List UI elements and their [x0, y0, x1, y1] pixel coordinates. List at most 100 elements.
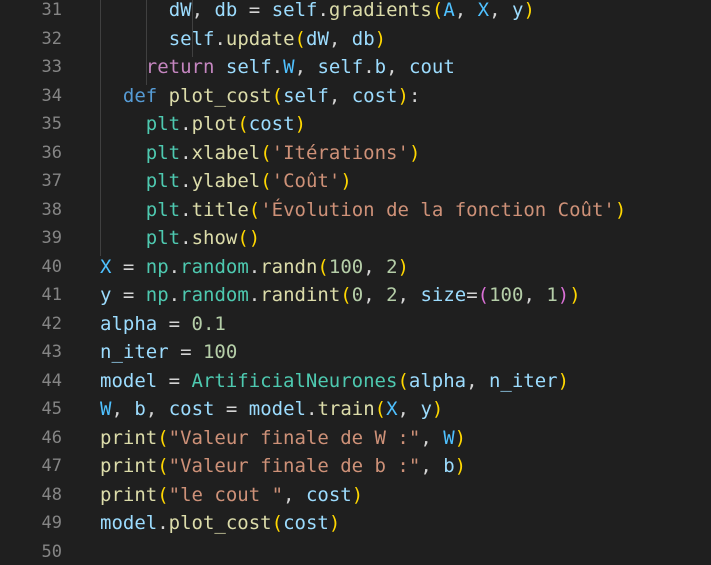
code-token: ,	[397, 284, 421, 306]
line-number: 45	[41, 399, 62, 419]
code-token: 0	[351, 284, 364, 306]
code-token: ,	[386, 56, 410, 78]
line-number: 47	[41, 456, 62, 476]
code-line[interactable]: 42 alpha = 0.1	[0, 310, 711, 339]
code-line[interactable]: 31 dW, db = self.gradients(A, X, y)	[0, 0, 711, 25]
code-token: =	[237, 0, 272, 21]
code-token: cost	[305, 483, 352, 506]
code-line[interactable]: 34 def plot_cost(self, cost):	[0, 82, 711, 111]
code-token: =	[168, 341, 203, 363]
code-token: self	[271, 0, 318, 21]
code-token: )	[431, 398, 444, 420]
code-token: randn	[260, 255, 318, 278]
code-token: 'Itérations'	[271, 141, 409, 164]
code-token: ArtificialNeurones	[191, 369, 398, 392]
code-token: ,	[454, 0, 478, 21]
code-token: X	[477, 0, 490, 21]
code-token: .	[168, 255, 181, 278]
code-token: print	[100, 455, 158, 477]
code-token: .	[180, 170, 192, 192]
code-token: (	[271, 512, 284, 534]
code-text: print("Valeur finale de b :", b)	[100, 452, 466, 481]
code-token: )	[397, 255, 409, 278]
code-line[interactable]: 46 print("Valeur finale de W :", W)	[0, 424, 711, 453]
code-token: :	[408, 84, 421, 107]
code-token: (	[431, 0, 444, 21]
code-token: )	[557, 369, 570, 392]
code-token: dW	[306, 27, 329, 50]
code-token: )	[614, 198, 627, 221]
code-token: (	[397, 369, 409, 392]
code-line[interactable]: 40 X = np.random.randn(100, 2)	[0, 253, 711, 282]
code-token: (	[260, 141, 272, 164]
code-token: self	[283, 84, 329, 107]
code-token: )	[408, 141, 421, 164]
code-token: ,	[466, 369, 489, 392]
code-text: W, b, cost = model.train(X, y)	[100, 395, 443, 424]
code-line[interactable]: 32 self.update(dW, db)	[0, 25, 711, 54]
code-token: )	[328, 512, 341, 534]
code-token: .	[168, 284, 181, 306]
code-line[interactable]: 36 plt.xlabel('Itérations')	[0, 139, 711, 168]
code-line[interactable]: 37 plt.ylabel('Coût')	[0, 167, 711, 196]
code-token: ,	[328, 27, 352, 50]
code-token: ,	[191, 0, 215, 21]
code-token: plt	[145, 198, 181, 221]
code-token: plt	[145, 113, 181, 135]
code-line[interactable]: 41 y = np.random.randint(0, 2, size=(100,…	[0, 281, 711, 310]
code-token: (	[340, 284, 352, 306]
code-editor[interactable]: 31 dW, db = self.gradients(A, X, y) 32 self…	[0, 0, 711, 565]
code-token: "le cout "	[168, 483, 284, 506]
code-line[interactable]: 39 plt.show()	[0, 224, 711, 253]
code-line[interactable]: 38 plt.title('Évolution de la fonction Co…	[0, 196, 711, 225]
code-token: model	[100, 369, 158, 392]
code-text: n_iter = 100	[100, 338, 237, 367]
code-token: .	[305, 398, 318, 420]
code-token: )	[397, 84, 409, 107]
code-token: ,	[328, 84, 352, 107]
code-token: 100	[328, 255, 364, 278]
line-number: 48	[41, 484, 62, 505]
code-token: train	[317, 398, 375, 420]
code-token: ,	[420, 455, 444, 477]
code-token: cost	[351, 84, 398, 107]
code-text: y = np.random.randint(0, 2, size=(100, 1…	[100, 281, 581, 310]
code-token: y	[512, 0, 524, 21]
line-number: 39	[41, 228, 62, 248]
code-line[interactable]: 35 plt.plot(cost)	[0, 110, 711, 139]
code-text: model.plot_cost(cost)	[100, 509, 340, 538]
line-number: 33	[41, 57, 62, 77]
code-text: plt.xlabel('Itérations')	[146, 139, 421, 168]
code-token: =	[214, 398, 249, 420]
code-token: (	[248, 198, 261, 221]
code-token: =	[157, 369, 192, 392]
line-number: 42	[41, 313, 62, 334]
code-token: ,	[294, 56, 318, 78]
code-token: )	[569, 284, 581, 306]
code-token: ,	[145, 398, 169, 420]
code-line[interactable]: 47 print("Valeur finale de b :", b)	[0, 452, 711, 481]
code-token: cout	[409, 56, 455, 78]
code-token: .	[271, 56, 284, 78]
code-token: =	[111, 284, 146, 306]
code-line[interactable]: 50	[0, 538, 711, 565]
code-line[interactable]: 49 model.plot_cost(cost)	[0, 509, 711, 538]
code-text: dW, db = self.gradients(A, X, y)	[169, 0, 535, 25]
code-token: plt	[145, 227, 181, 249]
code-token: )	[351, 483, 364, 506]
code-line[interactable]: 43 n_iter = 100	[0, 338, 711, 367]
code-text: plt.ylabel('Coût')	[146, 167, 352, 196]
code-token: show	[191, 227, 238, 249]
code-token: "Valeur finale de W :"	[168, 426, 421, 449]
code-line[interactable]: 44 model = ArtificialNeurones(alpha, n_it…	[0, 367, 711, 396]
code-line[interactable]: 33 return self.W, self.b, cout	[0, 53, 711, 82]
line-number: 36	[41, 142, 62, 163]
code-line[interactable]: 48 print("le cout ", cost)	[0, 481, 711, 510]
code-token: .	[248, 284, 261, 306]
line-number: 40	[41, 256, 62, 277]
code-token: (	[157, 455, 169, 477]
code-token: (	[477, 284, 490, 306]
code-token: (	[271, 84, 284, 107]
code-line[interactable]: 45 W, b, cost = model.train(X, y)	[0, 395, 711, 424]
line-number: 31	[41, 0, 62, 20]
